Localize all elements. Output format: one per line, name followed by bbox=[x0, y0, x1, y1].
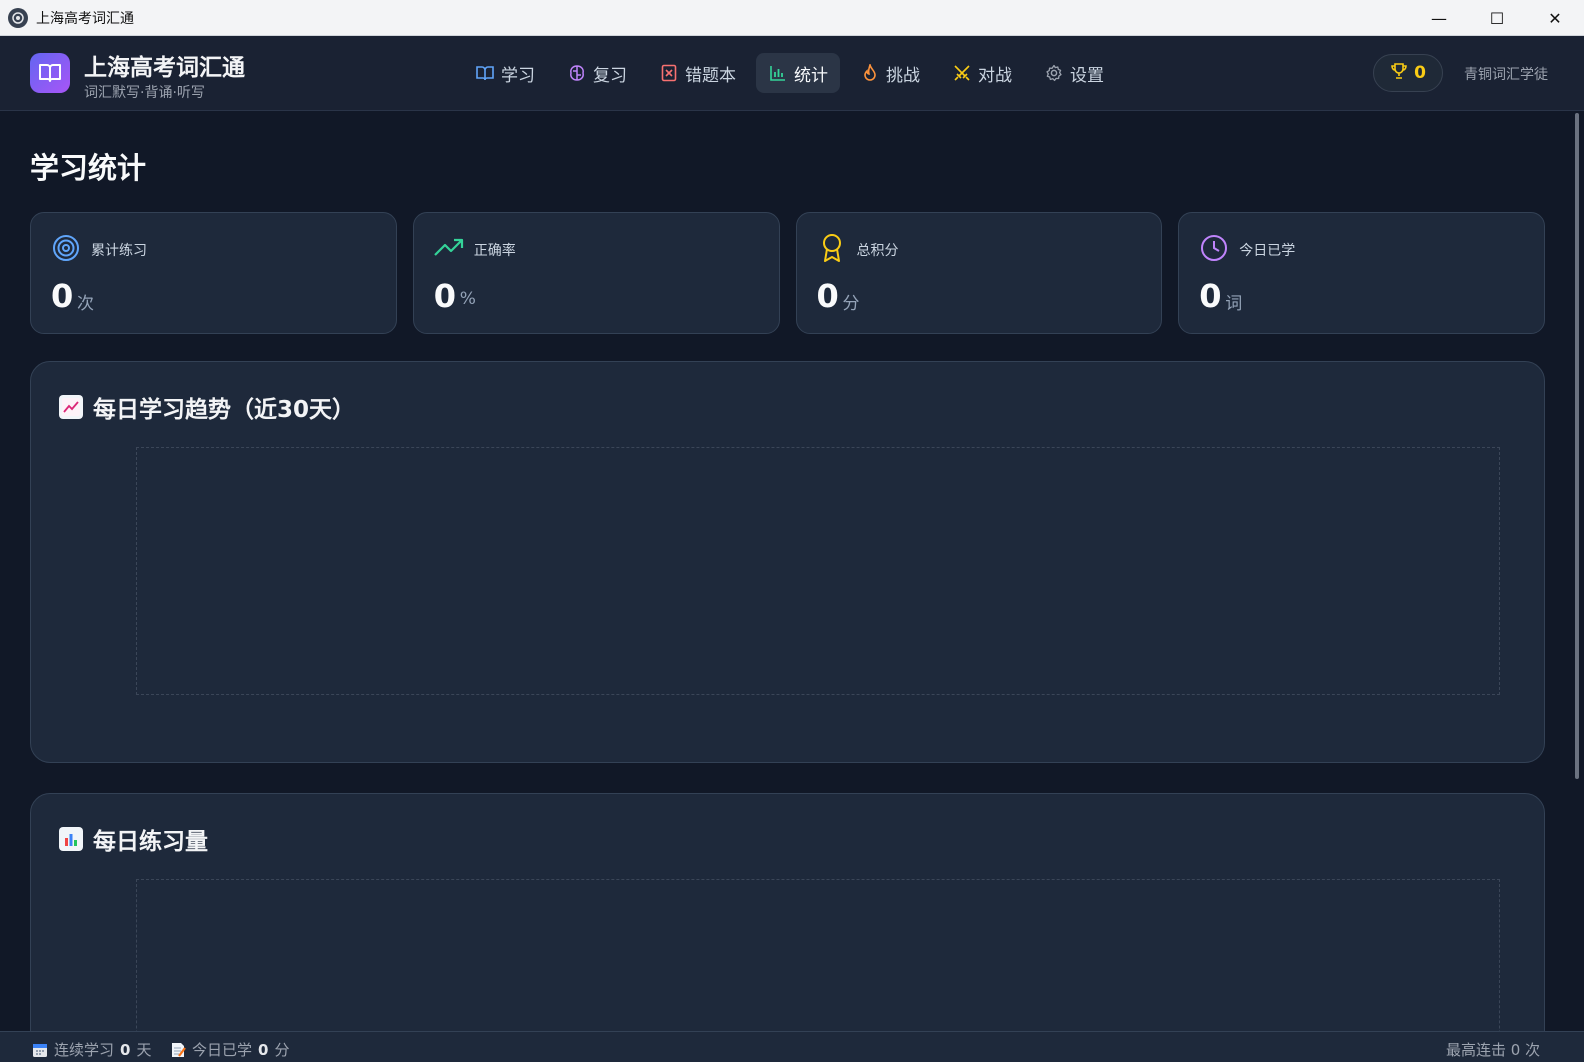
nav-review-label: 复习 bbox=[593, 65, 627, 86]
bar-chart-icon bbox=[768, 63, 788, 83]
nav-review[interactable]: 复习 bbox=[555, 53, 639, 93]
app-icon bbox=[8, 7, 28, 28]
stat-card-accuracy: 正确率 0 % bbox=[412, 212, 780, 334]
rank-label: 青铜词汇学徒 bbox=[1464, 67, 1548, 83]
swords-icon bbox=[952, 63, 972, 83]
stat-label: 今日已学 bbox=[1239, 243, 1296, 259]
bar-chart-emoji-icon bbox=[59, 827, 83, 851]
trophy-icon bbox=[1390, 62, 1408, 85]
streak-unit: 天 bbox=[136, 1041, 152, 1059]
gear-icon bbox=[1044, 63, 1064, 83]
chart-increasing-icon bbox=[59, 395, 83, 419]
nav-battle[interactable]: 对战 bbox=[940, 53, 1024, 93]
nav-mistakes-label: 错题本 bbox=[685, 65, 736, 86]
calendar-icon bbox=[32, 1042, 48, 1058]
stat-value: 0 bbox=[433, 277, 457, 315]
nav-challenge[interactable]: 挑战 bbox=[848, 53, 932, 93]
logo-book-icon bbox=[30, 53, 70, 93]
stat-card-today-learned: 今日已学 0 词 bbox=[1178, 212, 1545, 334]
nav-settings-label: 设置 bbox=[1070, 65, 1104, 86]
x-square-icon bbox=[659, 63, 679, 83]
stat-unit: 词 bbox=[1225, 294, 1243, 314]
today-label: 今日已学 bbox=[192, 1041, 253, 1059]
main-nav: 学习 复习 错题本 统计 挑战 对战 设置 bbox=[463, 53, 1124, 93]
nav-learn-label: 学习 bbox=[501, 65, 535, 86]
stats-cards: 累计练习 0 次 正确率 0 % 总积分 0 分 今日已学 0 词 bbox=[30, 212, 1545, 334]
book-icon bbox=[475, 63, 495, 83]
award-icon bbox=[817, 233, 847, 263]
stat-card-total-points: 总积分 0 分 bbox=[795, 212, 1163, 334]
nav-battle-label: 对战 bbox=[978, 65, 1012, 86]
app-header: 上海高考词汇通 词汇默写·背诵·听写 学习 复习 错题本 统计 挑战 对战 设置… bbox=[0, 36, 1584, 111]
nav-stats[interactable]: 统计 bbox=[756, 53, 840, 93]
stat-unit: % bbox=[459, 289, 476, 309]
clock-icon bbox=[1199, 233, 1229, 263]
stat-label: 总积分 bbox=[856, 243, 899, 259]
scrollbar-thumb[interactable] bbox=[1575, 113, 1579, 779]
stat-value: 0 bbox=[1199, 277, 1222, 315]
volume-chart-panel: 每日练习量 bbox=[30, 793, 1545, 1031]
brand-subtitle: 词汇默写·背诵·听写 bbox=[84, 85, 205, 101]
today-value: 0 bbox=[258, 1040, 269, 1059]
stat-unit: 分 bbox=[842, 294, 860, 314]
window-title: 上海高考词汇通 bbox=[36, 10, 134, 27]
nav-stats-label: 统计 bbox=[794, 65, 828, 86]
flame-icon bbox=[860, 63, 880, 83]
memo-icon bbox=[170, 1042, 186, 1058]
stat-value: 0 bbox=[51, 277, 74, 315]
stat-label: 正确率 bbox=[473, 243, 516, 259]
status-bar: 连续学习 0 天 今日已学 0 分 最高连击 0 次 bbox=[0, 1031, 1584, 1062]
volume-chart-area bbox=[136, 879, 1500, 1031]
main-scrollbar[interactable] bbox=[1570, 111, 1584, 1031]
trending-up-icon bbox=[433, 233, 464, 263]
nav-mistakes[interactable]: 错题本 bbox=[647, 53, 748, 93]
minimize-button[interactable]: — bbox=[1410, 0, 1468, 36]
trophy-badge[interactable]: 0 bbox=[1373, 54, 1443, 92]
nav-challenge-label: 挑战 bbox=[886, 65, 920, 86]
main-content: 学习统计 累计练习 0 次 正确率 0 % 总积分 0 分 今日已学 0 词 每… bbox=[0, 111, 1570, 1031]
maximize-button[interactable]: ☐ bbox=[1468, 0, 1526, 36]
status-streak: 连续学习 0 天 bbox=[32, 1039, 151, 1060]
trend-chart-panel: 每日学习趋势（近30天） bbox=[30, 361, 1545, 763]
page-title: 学习统计 bbox=[30, 151, 147, 185]
today-unit: 分 bbox=[274, 1041, 290, 1059]
brand-title: 上海高考词汇通 bbox=[84, 55, 245, 81]
trophy-count: 0 bbox=[1414, 63, 1426, 83]
nav-learn[interactable]: 学习 bbox=[463, 53, 547, 93]
volume-chart-title: 每日练习量 bbox=[93, 829, 208, 855]
stat-card-total-practice: 累计练习 0 次 bbox=[30, 212, 397, 334]
stat-unit: 次 bbox=[77, 294, 94, 314]
status-today: 今日已学 0 分 bbox=[170, 1039, 289, 1060]
streak-label: 连续学习 bbox=[54, 1041, 115, 1059]
stat-value: 0 bbox=[816, 277, 839, 315]
trend-chart-title: 每日学习趋势（近30天） bbox=[93, 397, 356, 423]
brain-icon bbox=[567, 63, 587, 83]
status-max-combo: 最高连击 0 次 bbox=[1446, 1041, 1541, 1059]
window-titlebar: 上海高考词汇通 — ☐ ✕ bbox=[0, 0, 1584, 36]
stat-label: 累计练习 bbox=[91, 243, 147, 259]
nav-settings[interactable]: 设置 bbox=[1032, 53, 1116, 93]
target-icon bbox=[51, 233, 81, 263]
close-button[interactable]: ✕ bbox=[1526, 0, 1584, 36]
trend-chart-area bbox=[136, 447, 1500, 695]
streak-value: 0 bbox=[120, 1040, 131, 1059]
